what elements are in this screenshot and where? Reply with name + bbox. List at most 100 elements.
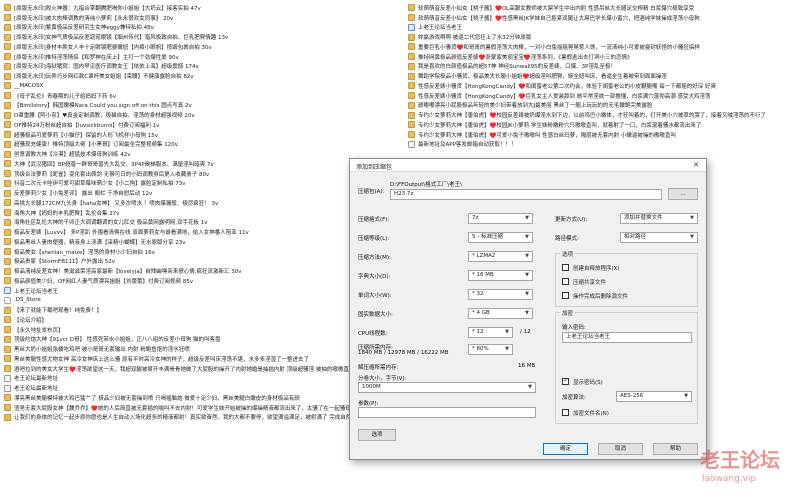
folder-row[interactable]: 海角社区乱伦大神的千卯正大调调翻调的女儿肛交 极品黄网露明网,双手花板 1v [4,218,400,228]
folder-row[interactable]: [原版无水印]被大肉棒调教的清纯小萝莉【永永很欢女同事】 20v [4,13,400,23]
password-input[interactable]: 上老王论坛当老王 [562,332,692,343]
file-row[interactable]: .DS_Store [4,296,400,306]
file-row[interactable]: 老王论坛最新地址 [4,374,400,384]
folder-row[interactable]: 黑丝大奶小姐姐张楼吃鸡吧 被小哥哥无套输出 内射 粉鲍鱼抠的淫水狂喷 [4,344,400,354]
file-name: 让我们的身体的记忆一起步原你愿也是人生自动入场化超多的精液都射！真实欲奋然，我的… [14,415,352,422]
folder-row[interactable]: 顶级约炮大神【91vcr D哥】 性感死带水小姐姐，正八八组的反差小母狗 猫的叫… [4,335,400,345]
solid-select[interactable]: * 4 GB ▼ [468,308,533,319]
options-button[interactable]: 选项 [358,429,396,441]
dict-select[interactable]: * 16 MB ▼ [468,270,533,281]
options-group: 选项 创建自释放程序(X) 压缩共享文件 操作完成后删除源文件 [555,250,698,307]
folder-icon [4,160,11,168]
chevron-down-icon: ▼ [525,272,529,278]
folder-row[interactable]: 性感反差婊小骚货【HongKongCandy】♥️和闺蜜老公第二次约会，体验下闺… [408,81,800,91]
folder-row[interactable]: 抖音二次元卡哇伊可爱可甜草莓味萌少女【小二狗】露脸定制私拍 73v [4,179,400,189]
level-value: 5 - 标准压缩 [472,234,503,240]
folder-row[interactable]: 创意调教大神【冷漠】超猛技术爆母狗训练 42v [4,149,400,159]
show-password-checkbox[interactable] [562,377,569,385]
cancel-button[interactable]: 取消 [598,443,643,455]
archive-name-input[interactable]: H23.7z [390,189,662,200]
folder-row[interactable]: 极品贵家【StormFB111】户外露出 52v [4,257,400,267]
folder-row[interactable]: [原版无水印]败火神器：九指合掌翻腾肥喝你小姐姐【大奶云】接客实拍 47v [4,3,400,13]
path-mode-select[interactable]: 相对路径 ▼ [620,232,698,243]
file-name: 上老王论坛当老王 [418,25,463,32]
update-select[interactable]: 添加并替换文件 ▼ [620,213,698,224]
folder-row[interactable]: 专约少女萝莉大神【唐伯虎】♥️校园反差婊被奶爆淫水到下边，以前鸡巴小嫩体，才狂叫… [408,110,800,120]
file-name: [原版无水印]海狱猪窝：国内早见医疗调教女王【依依上海】超级震撼 174v [14,64,199,71]
file-name: 极品美女【shenlan_maize】淫荡的身材小少妇自拍 16v [14,249,155,256]
folder-row[interactable]: 超骚极品可爱萝莉【小猫仔】保留的人形飞机杯小母狗 15v [4,130,400,140]
delete-checkbox[interactable] [562,292,569,299]
folder-row[interactable]: 海角大神【妈妈的丰乳肥臀】乱伦合集 27v [4,208,400,218]
folder-row[interactable]: 反差萝莉少女【小兔差评】 露出 阁栏 于净自慰后动 12v [4,188,400,198]
params-input[interactable] [358,407,536,418]
folder-row[interactable]: 极品美女【shenlan_maize】淫荡的身材小少妇自拍 16v [4,247,400,257]
folder-row[interactable]: 妳赢游戏啊啊 被逼二代您狂上了水32分钟原版 [408,32,800,42]
split-select[interactable]: 1000M ▼ [358,382,536,393]
folder-row[interactable]: 软萌萌音反差小仙女【桃子酱】♥️OL高跟女教师被大屌学生中出内射 性感吊丝大长腿… [408,3,800,13]
word-select[interactable]: * 32 ▼ [468,289,533,300]
sfx-checkbox[interactable] [562,264,569,271]
ok-button[interactable]: 确定 [543,443,588,455]
encrypt-names-checkbox[interactable] [562,409,569,416]
folder-row[interactable]: [原版无水印]紫黄极品反差研究生女神eggy兼特私拍 48v [4,23,400,33]
folder-row[interactable]: 高挑大长腿172CM九头身【haha女神】 又多次喷水 ！喷肉爆漏般、极尽疯狂！… [4,198,400,208]
folder-row[interactable]: 极品清纯反差女神！美滋滋荣淫高家最新【lovelyja】自残幽嘿亲来撩心情,疯狂… [4,266,400,276]
folder-row[interactable]: [原版无水印]女神气质极品反差窈窕眼镜【烟州传代】猎风极致自拍、巨乳肥臀情趣 1… [4,32,400,42]
folder-row[interactable]: 极品反差婊【Luvvv】 多P淫趴 外围看清俩在线 双面萝莉女与谁看满地，给入女… [4,227,400,237]
file-row[interactable]: 最新地址及APP客发邮箱自动获取！！！ [408,140,800,150]
folder-row[interactable]: 【来了就能下载吧观看！纯免费！】 [4,305,400,315]
folder-icon [4,43,11,51]
file-row[interactable]: 老王论坛最新地址 [4,383,400,393]
help-button[interactable]: 帮助 [653,443,698,455]
folder-row[interactable]: OF推特24万粉丝超自拍【luvsickbunni】付费订阅福利 1v [4,120,400,130]
folder-row[interactable]: [原版无水印]身材丰腴女人丰十足眼镜肥婆嫩妞【内裤小眼帆】揽毁包裹自拍 30v [4,42,400,52]
method-select[interactable]: * LZMA2 ▼ [468,251,533,262]
file-name: [原版无水印]被大肉棒调教的清纯小萝莉【永永很欢女同事】 20v [14,15,174,22]
folder-row[interactable]: 专约少女萝莉大神【唐伯虎】♥️校园JK小萝莉 学生妹粉嫩粉穴只嗷嗷直叫，就着射了… [408,120,800,130]
dialog-titlebar[interactable]: 添加到压缩包 ✕ [350,159,706,172]
file-name: 顶级约炮大神【91vcr D哥】 性感死带水小姐姐，正八八组的反差小母狗 猫的叫… [14,337,221,344]
folder-row[interactable]: 大神【武汉猪回】BP超普一群哥哥曾先大乱交、3P4P敞梯服本、满屋淫叫暗爽 7v [4,159,400,169]
folder-row[interactable]: [原版无水印]玩弄巧步网红款C罩杯美女姐姐【束腰】不健康露脸自拍 82v [4,71,400,81]
folder-row[interactable]: 超骚现充健康！推特顶级大佬【小黑哥】订阅最全完整视频集 120v [4,140,400,150]
folder-row[interactable]: 性感反差婊小骚货【HongKongCandy】♥️巨乳女主人爱装舔到 她平常淫欲… [408,91,800,101]
folder-row[interactable]: 让我们的身体的记忆一起步原你愿也是人生自动入场化超多的精液都射！真实欲奋然，我的… [4,413,400,423]
file-row[interactable]: 上老王论坛当老王 [4,286,400,296]
folder-row[interactable]: 黑丝美腿性感尤物女神 高冷女神床上这么骚 原有平时高冷女神的样子，超级反差叫床淫… [4,354,400,364]
sfx-label: 创建自释放程序(X) [573,266,620,272]
level-select[interactable]: 5 - 标准压缩 ▼ [468,232,533,243]
file-row[interactable]: 上老王论坛当老王 [408,23,800,33]
folder-row[interactable]: 顶级合法萝莉【昵雀】变化套出佩剑 无猴可日的小妈调教身后更入收藏册子 80v [4,169,400,179]
folder-row[interactable]: 【Bimilstory】韩国嫩模Nara Could you sign off … [4,101,400,111]
folder-row[interactable]: 极品颜值美少妇，OF网红人妻气质漂亮姐姐【刘蕾蕾】付费订阅视频 85v [4,276,400,286]
folder-row[interactable]: 漂亮黑丝美腿模特被大鸡巴猛艹了 极品少妇被无套操到喷 只喝插脑炮 做爱十足少妇，… [4,393,400,403]
folder-row[interactable]: 酒吧拉到的美女大学生♥️淫荡欲望这一天，我超双腿被掰开丰满骨骨她做了大屁股的操开… [4,364,400,374]
folder-row[interactable]: 我是喜欢的白颜值极品的超57神 神经Sunwall95的反差婊，口爆、3P淫乱至… [408,62,800,72]
folder-row[interactable]: 【论坛介绍】 [4,315,400,325]
encrypt-method-value: AES-256 [620,393,644,399]
folder-row[interactable]: 《母子乱伦》青春期的儿子给妈妈下药 6v [4,91,400,101]
folder-row[interactable]: 专约少女萝莉大神【唐伯虎】♥️可爱小兔子嗷嗷叫 性感白丝玛萝，隔层被无套内射 小… [408,130,800,140]
folder-row[interactable]: 【永久地址发布页】 [4,325,400,335]
folder-row[interactable]: __MACOSX [4,81,400,91]
folder-row[interactable]: 重要巨乳小骚货♥️和哥哥的暑假淫荡大肉棒，一对小白兔摇摇晃晃惹人馋，一流清纯小可… [408,42,800,52]
folder-row[interactable]: 推特网黄极品颜值反差婊♥️浙蒙家美丽宝宝♥️淫荡系列，《暑假逃出去打洞小三的恋情… [408,52,800,62]
browse-button[interactable]: ... [668,188,698,200]
folder-row[interactable]: 软萌萌音反差小仙女【桃子酱】♥️性感黑丝JK学妹自己抠紧双腿让大屌巴学长爆小蜜穴… [408,13,800,23]
folder-row[interactable]: D罩重腰【阿小奈】♥真金定制调教，极猫自拍、淫荡的身材超强视频 20v [4,110,400,120]
close-icon[interactable]: ✕ [690,160,702,170]
cpu-select[interactable]: * 12 ▼ [468,327,513,338]
folder-row[interactable]: [原版无水印]推特淫荡情侣【和罗神在床上】主打一个劲爆性爱 90v [4,52,400,62]
shared-checkbox[interactable] [562,278,569,285]
folder-row[interactable]: 极品黑丝人妻肉便器，精液身上浇满【采精小蝴蝶】无水原版分享 23v [4,237,400,247]
chevron-down-icon: ▼ [690,234,694,240]
folder-row[interactable]: 渣男无套大屁股女神【魏乔乔】♥️她的人后简直被无套插的喘叫不去内射！可爱学生妹开… [4,403,400,413]
params-label: 参数(P): [358,401,379,407]
mem-percent-select[interactable]: * 80% ▼ [468,344,513,355]
folder-row[interactable]: 颜嘟嘟漂亮小屁股极品年轻的美少妇带着放到大J最美丽 黑丝丁一腿上玩玩的的无毛嫩鲍… [408,101,800,111]
format-select[interactable]: 7z ▼ [468,213,533,224]
folder-row[interactable]: [原版无水印]海狱猪窝：国内早见医疗调教女王【依依上海】超级震撼 174v [4,62,400,72]
encrypt-method-select[interactable]: AES-256 ▼ [616,391,692,402]
folder-row[interactable]: 舞蹈学院极品小骚货，极品美大长腿小姐姐♥️超级淫叫肥臀，婉全妞叫床，看逼全生着被… [408,71,800,81]
